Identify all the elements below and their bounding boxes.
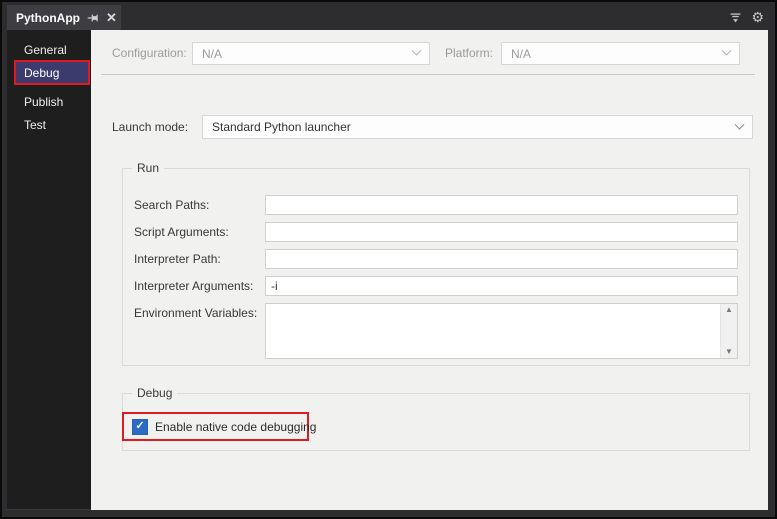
interpreter-path-row: Interpreter Path: (123, 249, 749, 271)
configuration-label: Configuration: (112, 46, 187, 60)
interpreter-arguments-label: Interpreter Arguments: (134, 279, 254, 293)
search-paths-row: Search Paths: (123, 195, 749, 217)
debug-group-title: Debug (132, 386, 178, 400)
checkmark-icon: ✓ (135, 420, 145, 432)
configuration-value: N/A (202, 46, 223, 61)
sidebar-item-publish[interactable]: Publish (7, 91, 91, 113)
environment-variables-label: Environment Variables: (134, 306, 258, 320)
debug-settings-page: Configuration: N/A Platform: N/A Launch … (91, 30, 768, 510)
run-group: Run Search Paths: Script Arguments: Inte… (122, 161, 750, 366)
sidebar: General Debug Publish Test (7, 30, 91, 510)
sidebar-item-test[interactable]: Test (7, 114, 91, 136)
interpreter-arguments-input[interactable] (265, 276, 738, 296)
script-arguments-input[interactable] (265, 222, 738, 242)
chevron-down-icon (734, 119, 745, 130)
close-icon[interactable]: ✕ (106, 11, 117, 24)
properties-window: PythonApp ✕ ⚙ General Debug Publish Test (0, 0, 777, 519)
interpreter-arguments-row: Interpreter Arguments: (123, 276, 749, 298)
environment-variables-input[interactable] (266, 304, 720, 358)
debug-group: Debug ✓ Enable native code debugging (122, 386, 750, 451)
platform-label: Platform: (445, 46, 494, 60)
scroll-up-icon[interactable]: ▲ (725, 306, 733, 314)
search-paths-label: Search Paths: (134, 198, 210, 212)
interpreter-path-label: Interpreter Path: (134, 252, 221, 266)
filter-icon[interactable] (729, 11, 742, 24)
launch-mode-dropdown[interactable]: Standard Python launcher (202, 115, 753, 139)
pin-icon[interactable] (87, 12, 99, 24)
tab-title: PythonApp (16, 10, 80, 25)
gear-icon[interactable]: ⚙ (751, 10, 764, 24)
interpreter-path-input[interactable] (265, 249, 738, 269)
native-debug-annotation-box: ✓ Enable native code debugging (122, 412, 316, 441)
scroll-down-icon[interactable]: ▼ (725, 348, 733, 356)
platform-value: N/A (511, 46, 532, 61)
sidebar-item-debug[interactable]: Debug (14, 60, 90, 85)
native-debug-checkbox-label[interactable]: Enable native code debugging (155, 420, 316, 434)
search-paths-input[interactable] (265, 195, 738, 215)
chevron-down-icon (721, 45, 732, 56)
tab-pythonapp[interactable]: PythonApp ✕ (7, 5, 121, 30)
run-group-title: Run (132, 161, 165, 175)
separator-line (101, 74, 755, 75)
script-arguments-row: Script Arguments: (123, 222, 749, 244)
launch-mode-label: Launch mode: (112, 120, 189, 134)
environment-variables-box: ▲ ▼ (265, 303, 738, 359)
script-arguments-label: Script Arguments: (134, 225, 229, 239)
chevron-down-icon (411, 45, 422, 56)
window-toolbar: ⚙ (729, 10, 764, 24)
env-scrollbar[interactable]: ▲ ▼ (720, 304, 737, 358)
launch-mode-value: Standard Python launcher (212, 120, 351, 134)
native-debug-checkbox[interactable]: ✓ (132, 418, 148, 435)
sidebar-item-general[interactable]: General (7, 39, 91, 61)
environment-variables-row: Environment Variables: ▲ ▼ (123, 303, 749, 361)
platform-dropdown[interactable]: N/A (501, 42, 740, 65)
configuration-dropdown[interactable]: N/A (192, 42, 430, 65)
